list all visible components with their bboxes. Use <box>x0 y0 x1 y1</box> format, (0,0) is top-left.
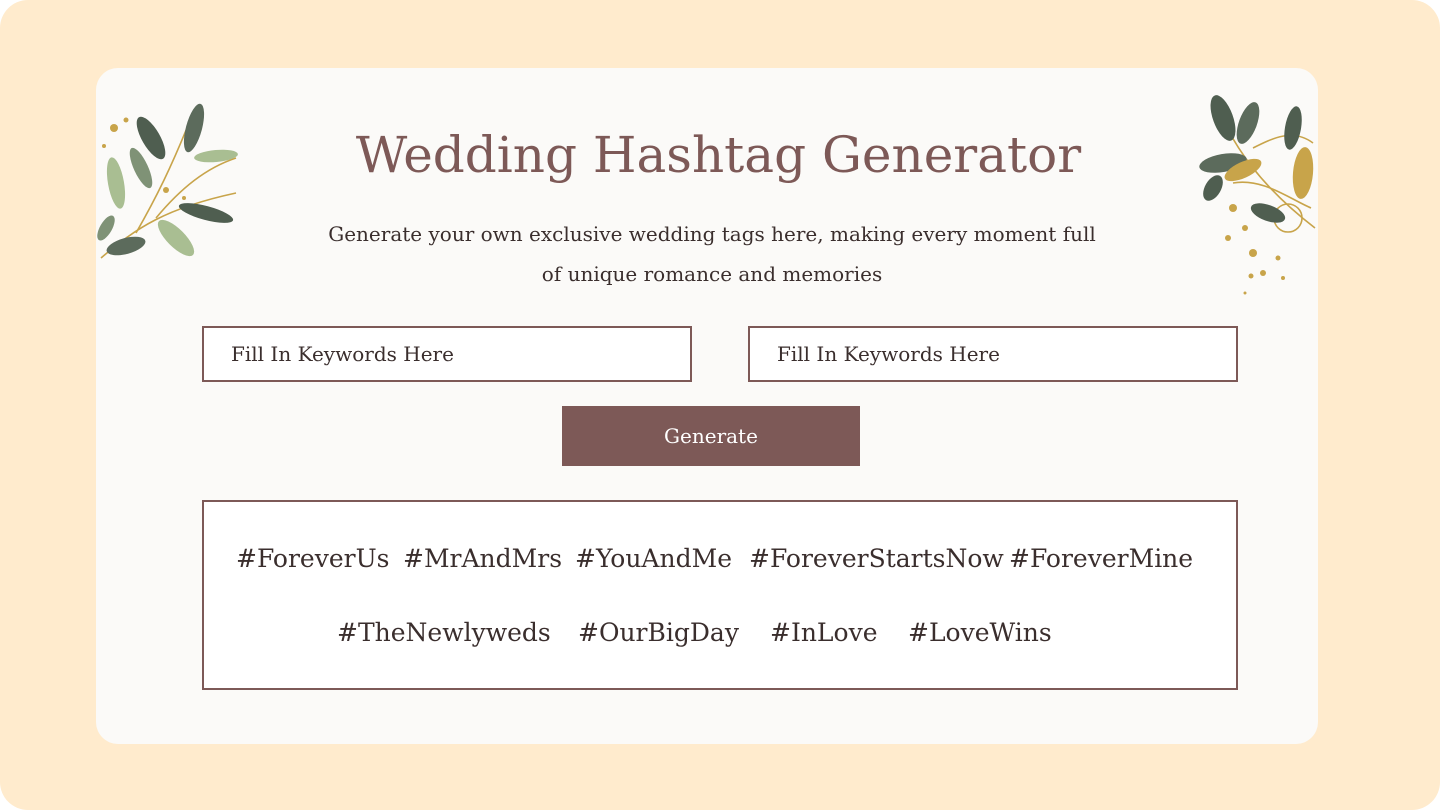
hashtag-item: #MrAndMrs <box>403 544 563 573</box>
hashtag-item: #TheNewlyweds <box>337 618 551 647</box>
hashtag-item: #ForeverUs <box>236 544 390 573</box>
hashtag-results-box: #ForeverUs #MrAndMrs #YouAndMe #ForeverS… <box>202 500 1238 690</box>
keyword-input-1[interactable] <box>202 326 692 382</box>
hashtag-item: #InLove <box>770 618 878 647</box>
generate-button[interactable]: Generate <box>562 406 860 466</box>
hashtag-item: #ForeverMine <box>1009 544 1194 573</box>
keyword-input-2[interactable] <box>748 326 1238 382</box>
page-subtitle: Generate your own exclusive wedding tags… <box>328 222 1096 286</box>
page-title: Wedding Hashtag Generator <box>355 126 1082 184</box>
hashtag-item: #LoveWins <box>908 618 1052 647</box>
leaf-branch-right-icon <box>1199 95 1316 295</box>
page-background: Wedding Hashtag Generator Generate your … <box>0 0 1440 810</box>
hashtag-item: #OurBigDay <box>578 618 739 647</box>
hashtag-item: #ForeverStartsNow <box>749 544 1004 573</box>
hashtag-item: #YouAndMe <box>575 544 732 573</box>
generator-card: Wedding Hashtag Generator Generate your … <box>96 68 1318 744</box>
